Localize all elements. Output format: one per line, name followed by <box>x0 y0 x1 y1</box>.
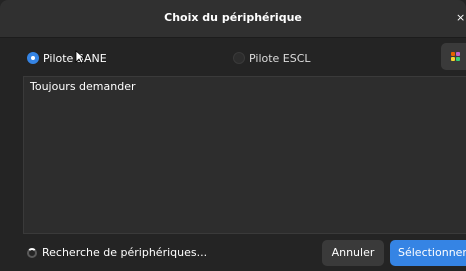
search-status: Recherche de périphériques... <box>42 246 208 259</box>
titlebar: Choix du périphérique × <box>0 0 466 38</box>
dialog-footer: Recherche de périphériques... Annuler Sé… <box>0 234 466 271</box>
mouse-pointer-icon <box>75 50 86 64</box>
dialog-title: Choix du périphérique <box>164 11 302 24</box>
radio-unchecked-indicator <box>233 52 245 64</box>
app-grid-icon <box>451 52 460 61</box>
device-list: Toujours demander <box>23 76 466 234</box>
driver-selector: Pilote SANE Pilote ESCL <box>0 38 466 76</box>
radio-escl-label: Pilote ESCL <box>249 51 311 65</box>
app-grid-button[interactable] <box>441 43 466 70</box>
cancel-button[interactable]: Annuler <box>322 240 384 266</box>
radio-checked-indicator <box>27 52 39 64</box>
spinner-icon <box>27 248 37 258</box>
close-button[interactable]: × <box>456 10 466 26</box>
select-button[interactable]: Sélectionner <box>390 240 466 266</box>
list-item[interactable]: Toujours demander <box>30 80 136 93</box>
radio-escl-driver[interactable]: Pilote ESCL <box>233 51 311 65</box>
radio-sane-driver[interactable]: Pilote SANE <box>27 51 107 65</box>
device-chooser-dialog: Choix du périphérique × Pilote SANE Pilo… <box>0 0 466 271</box>
